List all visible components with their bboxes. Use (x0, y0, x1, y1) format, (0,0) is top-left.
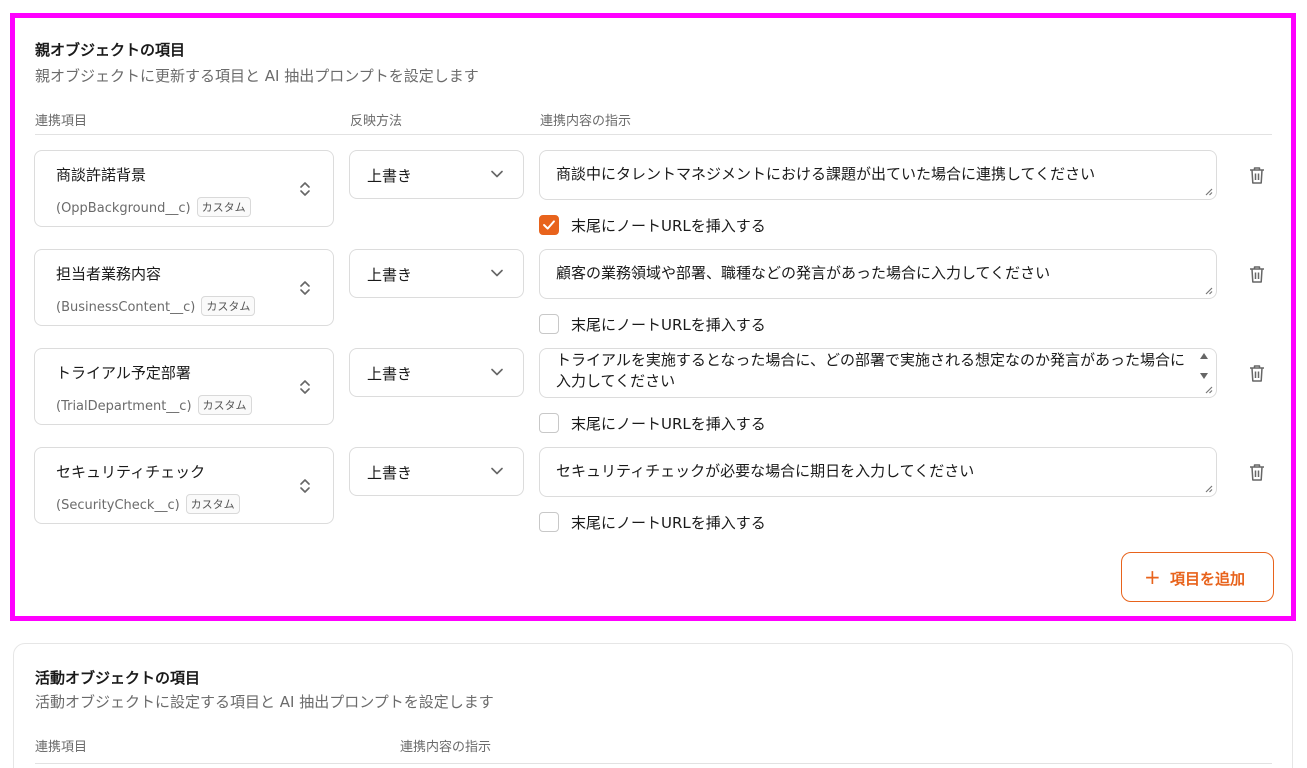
method-select[interactable]: 上書き (349, 348, 524, 397)
column-header-field: 連携項目 (35, 740, 88, 755)
section-subtitle: 親オブジェクトに更新する項目と AI 抽出プロンプトを設定します (35, 67, 479, 85)
checkbox-label: 末尾にノートURLを挿入する (571, 415, 766, 433)
checkbox-label: 末尾にノートURLを挿入する (571, 217, 766, 235)
field-select[interactable]: セキュリティチェック (SecurityCheck__c) カスタム (34, 447, 334, 524)
chevron-down-icon (491, 269, 503, 277)
section-subtitle: 活動オブジェクトに設定する項目と AI 抽出プロンプトを設定します (35, 693, 494, 711)
field-api-name: (TrialDepartment__c) カスタム (56, 395, 252, 415)
chevron-down-icon (491, 170, 503, 178)
add-field-label: 項目を追加 (1170, 570, 1246, 588)
append-note-url-checkbox[interactable] (539, 512, 559, 532)
chevron-down-icon (491, 368, 503, 376)
trash-icon[interactable] (1248, 165, 1266, 185)
trash-icon[interactable] (1248, 264, 1266, 284)
header-divider (35, 763, 1272, 764)
method-value: 上書き (367, 464, 413, 482)
resize-grip-icon[interactable] (1205, 287, 1213, 295)
checkmark-icon (543, 220, 555, 230)
method-value: 上書き (367, 266, 413, 284)
chevron-down-icon (491, 467, 503, 475)
field-select[interactable]: 担当者業務内容 (BusinessContent__c) カスタム (34, 249, 334, 326)
resize-grip-icon[interactable] (1205, 386, 1213, 394)
section-title: 活動オブジェクトの項目 (35, 669, 201, 687)
resize-grip-icon[interactable] (1205, 188, 1213, 196)
checkbox-label: 末尾にノートURLを挿入する (571, 514, 766, 532)
method-select[interactable]: 上書き (349, 249, 524, 298)
field-name: 担当者業務内容 (56, 265, 162, 283)
append-note-url-checkbox[interactable] (539, 413, 559, 433)
custom-badge: カスタム (185, 494, 240, 514)
header-divider (35, 134, 1272, 135)
column-header-field: 連携項目 (35, 114, 88, 129)
activity-object-section: 活動オブジェクトの項目 活動オブジェクトに設定する項目と AI 抽出プロンプトを… (13, 643, 1293, 768)
method-value: 上書き (367, 167, 413, 185)
append-note-url-checkbox-row[interactable]: 末尾にノートURLを挿入する (539, 511, 799, 533)
up-down-chevron-icon (300, 479, 310, 493)
instruction-textarea[interactable]: 顧客の業務領域や部署、職種などの発言があった場合に入力してください (539, 249, 1217, 299)
instruction-text: 顧客の業務領域や部署、職種などの発言があった場合に入力してください (556, 264, 1051, 282)
instruction-textarea[interactable]: 商談中にタレントマネジメントにおける課題が出ていた場合に連携してください (539, 150, 1217, 200)
section-title: 親オブジェクトの項目 (35, 41, 186, 59)
custom-badge: カスタム (201, 296, 256, 316)
instruction-text: トライアルを実施するとなった場合に、どの部署で実施される想定なのか発言があった場… (556, 351, 1185, 390)
add-field-button[interactable]: + 項目を追加 (1121, 552, 1274, 602)
append-note-url-checkbox[interactable] (539, 215, 559, 235)
scrollbar[interactable] (1198, 351, 1210, 381)
method-select[interactable]: 上書き (349, 447, 524, 496)
field-name: トライアル予定部署 (56, 364, 191, 382)
field-api-name: (OppBackground__c) カスタム (56, 197, 251, 217)
field-select[interactable]: トライアル予定部署 (TrialDepartment__c) カスタム (34, 348, 334, 425)
field-api-name: (SecurityCheck__c) カスタム (56, 494, 240, 514)
custom-badge: カスタム (197, 395, 252, 415)
column-header-instruction: 連携内容の指示 (540, 114, 632, 129)
field-select[interactable]: 商談許諾背景 (OppBackground__c) カスタム (34, 150, 334, 227)
field-name: 商談許諾背景 (56, 166, 147, 184)
instruction-textarea[interactable]: トライアルを実施するとなった場合に、どの部署で実施される想定なのか発言があった場… (539, 348, 1217, 398)
instruction-text: セキュリティチェックが必要な場合に期日を入力してください (556, 462, 975, 480)
instruction-text: 商談中にタレントマネジメントにおける課題が出ていた場合に連携してください (556, 165, 1096, 183)
column-header-instruction: 連携内容の指示 (400, 740, 492, 755)
append-note-url-checkbox-row[interactable]: 末尾にノートURLを挿入する (539, 412, 799, 434)
resize-grip-icon[interactable] (1205, 485, 1213, 493)
trash-icon[interactable] (1248, 462, 1266, 482)
method-select[interactable]: 上書き (349, 150, 524, 199)
parent-object-section: 親オブジェクトの項目 親オブジェクトに更新する項目と AI 抽出プロンプトを設定… (10, 13, 1296, 621)
checkbox-label: 末尾にノートURLを挿入する (571, 316, 766, 334)
custom-badge: カスタム (196, 197, 251, 217)
append-note-url-checkbox-row[interactable]: 末尾にノートURLを挿入する (539, 313, 799, 335)
field-api-name: (BusinessContent__c) カスタム (56, 296, 256, 316)
instruction-textarea[interactable]: セキュリティチェックが必要な場合に期日を入力してください (539, 447, 1217, 497)
method-value: 上書き (367, 365, 413, 383)
column-header-method: 反映方法 (350, 114, 403, 129)
append-note-url-checkbox[interactable] (539, 314, 559, 334)
up-down-chevron-icon (300, 281, 310, 295)
append-note-url-checkbox-row[interactable]: 末尾にノートURLを挿入する (539, 214, 799, 236)
up-down-chevron-icon (300, 182, 310, 196)
trash-icon[interactable] (1248, 363, 1266, 383)
plus-icon: + (1144, 565, 1161, 589)
field-name: セキュリティチェック (56, 463, 206, 481)
up-down-chevron-icon (300, 380, 310, 394)
